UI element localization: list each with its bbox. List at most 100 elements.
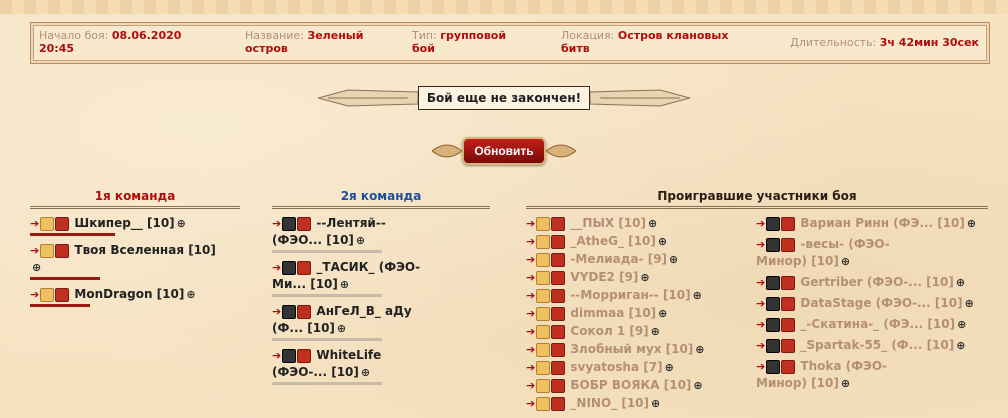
lost-player-name[interactable]: _Spartak-55_ (Ф... [10] [800,338,954,352]
lost-player-name[interactable]: --Морриган-- [10] [570,288,690,302]
info-icon[interactable]: ⊕ [695,343,704,356]
clan-icon [551,306,566,321]
lost-player-row[interactable]: ➔ DataStage (ФЭО-... [10] ⊕ [756,295,988,312]
face-icon [40,243,55,258]
clan-icon [781,216,796,231]
player-row[interactable]: ➔ --Лентяй-- (ФЭО... [10] ⊕ [272,215,490,253]
location-info: Локация: Остров клановых битв [561,29,729,55]
lost-player-name-cont[interactable]: Минор) [10] [756,254,839,268]
lost-player-name[interactable]: -Мелиада- [9] [570,252,667,266]
info-icon[interactable]: ⊕ [640,271,649,284]
info-icon[interactable]: ⊕ [337,322,346,335]
lost-player-name[interactable]: dimmaa [10] [570,306,656,320]
lost-player-name[interactable]: Сокол 1 [9] [570,324,648,338]
clan-icon [297,260,312,275]
decorative-top-band [0,0,1008,14]
lost-player-row[interactable]: ➔ VYDE2 [9] ⊕ [526,269,756,286]
lost-player-name[interactable]: БОБР ВОЯКА [10] [570,378,691,392]
lost-player-name[interactable]: VYDE2 [9] [570,270,638,284]
arrow-icon: ➔ [526,217,536,230]
info-icon[interactable]: ⊕ [665,361,674,374]
info-icon[interactable]: ⊕ [32,261,41,274]
info-icon[interactable]: ⊕ [841,377,850,390]
face-icon [536,324,551,339]
ornament-right-icon [545,139,576,163]
info-icon[interactable]: ⊕ [841,255,850,268]
lost-player-row[interactable]: ➔ Вариан Ринн (ФЭ... [10] ⊕ [756,215,988,232]
lost-player-name[interactable]: Вариан Ринн (ФЭ... [10] [800,216,964,230]
player-row[interactable]: ➔ WhiteLife (ФЭО-... [10] ⊕ [272,347,490,385]
face-icon [40,216,55,231]
lost-player-name-cont[interactable]: Минор) [10] [756,376,839,390]
start-info: Начало боя: 08.06.2020 20:45 [39,29,182,55]
lost-player-name[interactable]: DataStage (ФЭО-... [10] [800,296,962,310]
lost-player-row[interactable]: ➔ Gertriber (ФЭО-... [10] ⊕ [756,274,988,291]
lost-player-name[interactable]: Gertriber (ФЭО-... [10] [800,275,953,289]
info-icon[interactable]: ⊕ [669,253,678,266]
clan-icon [551,288,566,303]
player-row[interactable]: ➔ _ТАСИК_ (ФЭО- Ми... [10] ⊕ [272,259,490,297]
info-icon[interactable]: ⊕ [967,217,976,230]
lost-player-row[interactable]: ➔ --Морриган-- [10] ⊕ [526,287,756,304]
info-icon[interactable]: ⊕ [965,297,974,310]
player-row[interactable]: ➔ АнГеЛ_В_ аДу (Ф... [10] ⊕ [272,303,490,341]
info-icon[interactable]: ⊕ [956,339,965,352]
face-icon [536,252,551,267]
refresh-button[interactable]: Обновить [462,137,546,165]
lost-player-row[interactable]: ➔ -весы- (ФЭО- Минор) [10] ⊕ [756,236,988,270]
info-icon[interactable]: ⊕ [361,366,370,379]
player-row[interactable]: ➔ MonDragon [10] ⊕ [30,286,240,307]
clan-icon [551,396,566,411]
info-icon[interactable]: ⊕ [648,217,657,230]
info-icon[interactable]: ⊕ [658,307,667,320]
arrow-icon: ➔ [756,339,766,352]
player-row[interactable]: ➔ Твоя Вселенная [10] ⊕ [30,242,240,280]
info-icon[interactable]: ⊕ [693,289,702,302]
lost-player-name[interactable]: -весы- (ФЭО- [800,237,889,251]
player-row[interactable]: ➔ Шкипер__ [10] ⊕ [30,215,240,236]
lost-player-row[interactable]: ➔ svyatosha [7] ⊕ [526,359,756,376]
refresh-area: Обновить [0,137,1008,165]
lost-player-row[interactable]: ➔ _-Скатина-_ (ФЭ... [10] ⊕ [756,316,988,333]
info-icon[interactable]: ⊕ [340,278,349,291]
ribbon-left-icon [317,86,418,110]
lost-player-name[interactable]: _AtheG_ [10] [570,234,655,248]
clan-icon [781,296,796,311]
lost-player-name[interactable]: _-Скатина-_ (ФЭ... [10] [800,317,955,331]
info-icon[interactable]: ⊕ [186,288,195,301]
info-icon[interactable]: ⊕ [956,276,965,289]
lost-player-row[interactable]: ➔ Thoka (ФЭО- Минор) [10] ⊕ [756,358,988,392]
clan-icon [55,287,70,302]
lost-player-name[interactable]: svyatosha [7] [570,360,662,374]
lost-player-row[interactable]: ➔ -Мелиада- [9] ⊕ [526,251,756,268]
lost-player-row[interactable]: ➔ dimmaa [10] ⊕ [526,305,756,322]
hp-bar [30,304,90,307]
lost-player-name[interactable]: Thoka (ФЭО- [800,359,887,373]
hp-bar [272,382,382,385]
lost-player-row[interactable]: ➔ Злобный мух [10] ⊕ [526,341,756,358]
lost-player-row[interactable]: ➔ _NINO_ [10] ⊕ [526,395,756,412]
clan-icon [781,317,796,332]
lost-player-name[interactable]: __ПЫХ [10] [570,216,646,230]
lost-player-name[interactable]: Злобный мух [10] [570,342,693,356]
info-icon[interactable]: ⊕ [693,379,702,392]
clan-icon [551,324,566,339]
arrow-icon: ➔ [526,253,536,266]
lost-player-row[interactable]: ➔ __ПЫХ [10] ⊕ [526,215,756,232]
info-icon[interactable]: ⊕ [957,318,966,331]
lost-player-row[interactable]: ➔ _AtheG_ [10] ⊕ [526,233,756,250]
info-icon[interactable]: ⊕ [651,397,660,410]
info-icon[interactable]: ⊕ [658,235,667,248]
lost-player-row[interactable]: ➔ БОБР ВОЯКА [10] ⊕ [526,377,756,394]
lost-player-row[interactable]: ➔ Сокол 1 [9] ⊕ [526,323,756,340]
info-icon[interactable]: ⊕ [651,325,660,338]
lost-player-name[interactable]: _NINO_ [10] [570,396,649,410]
arrow-icon: ➔ [526,307,536,320]
clan-icon [551,378,566,393]
info-icon[interactable]: ⊕ [177,217,186,230]
info-icon[interactable]: ⊕ [356,234,365,247]
lost-player-row[interactable]: ➔ _Spartak-55_ (Ф... [10] ⊕ [756,337,988,354]
arrow-icon: ➔ [756,276,766,289]
face-icon [536,396,551,411]
battle-info-bar: Начало боя: 08.06.2020 20:45 Название: З… [30,22,990,64]
